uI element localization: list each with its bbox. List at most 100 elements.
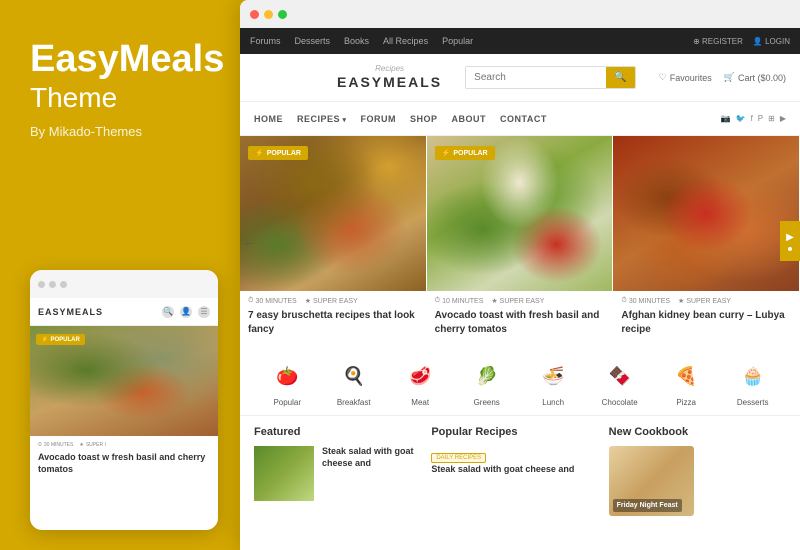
featured-thumbnail bbox=[254, 446, 314, 501]
top-nav-popular[interactable]: Popular bbox=[442, 36, 473, 46]
header-bar: Recipes EASYMEALS 🔍 ♡ Favourites 🛒 Cart … bbox=[240, 54, 800, 102]
lightning-icon-1: ⚡ bbox=[255, 149, 264, 157]
recipe-cards-row: ← ⚡ POPULAR ⏱ 30 MINUTES bbox=[240, 136, 800, 346]
recipe-card-3-ease: ★ SUPER EASY bbox=[678, 297, 731, 305]
recipe-card-2[interactable]: ⚡ POPULAR ⏱ 10 MINUTES ★ SUPER EASY bbox=[427, 136, 614, 346]
mobile-recipe-title: Avocado toast w fresh basil and cherry t… bbox=[38, 452, 210, 475]
mobile-text-area: ⏱ 30 MINUTES ★ SUPER I Avocado toast w f… bbox=[30, 436, 218, 481]
recipe-card-1[interactable]: ⚡ POPULAR ⏱ 30 MINUTES ★ SUPER EASY bbox=[240, 136, 427, 346]
pizza-label: Pizza bbox=[676, 398, 696, 407]
mobile-dot-2 bbox=[49, 281, 56, 288]
twitter-icon[interactable]: 🐦 bbox=[736, 114, 746, 123]
greens-label: Greens bbox=[474, 398, 500, 407]
lunch-label: Lunch bbox=[542, 398, 564, 407]
category-breakfast[interactable]: 🍳 Breakfast bbox=[336, 358, 372, 407]
nav-shop[interactable]: SHOP bbox=[410, 114, 438, 124]
mobile-user-icon[interactable]: 👤 bbox=[180, 306, 192, 318]
recipe-card-3[interactable]: ⏱ 30 MINUTES ★ SUPER EASY Afghan kidney … bbox=[613, 136, 800, 346]
recipe-card-1-time: ⏱ 30 MINUTES bbox=[248, 297, 297, 305]
browser-close-dot[interactable] bbox=[250, 10, 259, 19]
breakfast-label: Breakfast bbox=[337, 398, 371, 407]
top-nav-all-recipes[interactable]: All Recipes bbox=[383, 36, 428, 46]
meat-icon: 🥩 bbox=[402, 358, 438, 394]
register-link[interactable]: ⊕ REGISTER bbox=[693, 37, 743, 46]
recipe-card-1-badge: ⚡ POPULAR bbox=[248, 146, 308, 160]
facebook-icon[interactable]: f bbox=[751, 114, 753, 123]
recipe-card-2-image: ⚡ POPULAR bbox=[427, 136, 613, 291]
recipe-card-2-ease: ★ SUPER EASY bbox=[491, 297, 544, 305]
mobile-dot-3 bbox=[60, 281, 67, 288]
brand-by: By Mikado-Themes bbox=[30, 124, 218, 139]
recipe-card-3-image bbox=[613, 136, 799, 291]
cart-link[interactable]: 🛒 Cart ($0.00) bbox=[724, 72, 786, 83]
featured-section: Featured Steak salad with goat cheese an… bbox=[254, 426, 431, 516]
top-nav-right: ⊕ REGISTER 👤 LOGIN bbox=[693, 37, 790, 46]
recipe-card-3-time: ⏱ 30 MINUTES bbox=[621, 297, 670, 305]
category-greens[interactable]: 🥬 Greens bbox=[469, 358, 505, 407]
mobile-menu-icon[interactable]: ☰ bbox=[198, 306, 210, 318]
recipe-card-2-badge: ⚡ POPULAR bbox=[435, 146, 495, 160]
main-nav-social: 📷 🐦 f P ⊞ ▶ bbox=[721, 114, 786, 123]
greens-icon: 🥬 bbox=[469, 358, 505, 394]
instagram-icon[interactable]: 📷 bbox=[721, 114, 731, 123]
top-nav-forums[interactable]: Forums bbox=[250, 36, 281, 46]
featured-text: Steak salad with goat cheese and bbox=[322, 446, 421, 501]
new-cookbook-section: New Cookbook Friday Night Feast bbox=[609, 426, 786, 516]
popular-label: Popular bbox=[273, 398, 301, 407]
category-pizza[interactable]: 🍕 Pizza bbox=[668, 358, 704, 407]
browser-minimize-dot[interactable] bbox=[264, 10, 273, 19]
star-icon-2: ★ bbox=[491, 297, 497, 305]
scroll-dot-1 bbox=[788, 247, 792, 251]
rss-icon[interactable]: ⊞ bbox=[768, 114, 775, 123]
recipe-card-3-title: Afghan kidney bean curry – Lubya recipe bbox=[621, 309, 791, 337]
category-meat[interactable]: 🥩 Meat bbox=[402, 358, 438, 407]
recipe-card-1-bottom: ⏱ 30 MINUTES ★ SUPER EASY 7 easy brusche… bbox=[240, 291, 426, 343]
mobile-search-icon[interactable]: 🔍 bbox=[162, 306, 174, 318]
clock-icon-1: ⏱ bbox=[248, 297, 253, 305]
top-nav-links: Forums Desserts Books All Recipes Popula… bbox=[250, 36, 473, 46]
lightning-icon-2: ⚡ bbox=[442, 149, 451, 157]
nav-forum[interactable]: FORUM bbox=[360, 114, 396, 124]
header-right: ♡ Favourites 🛒 Cart ($0.00) bbox=[659, 72, 786, 83]
nav-home[interactable]: HOME bbox=[254, 114, 283, 124]
scroll-right-button[interactable]: ▶ bbox=[780, 221, 800, 261]
daily-recipes-badge: DAILY RECIPES bbox=[431, 453, 486, 463]
mobile-ease-meta: ★ SUPER I bbox=[79, 442, 106, 448]
browser-maximize-dot[interactable] bbox=[278, 10, 287, 19]
featured-item[interactable]: Steak salad with goat cheese and bbox=[254, 446, 421, 501]
mobile-top-bar bbox=[30, 270, 218, 298]
recipe-card-2-title: Avocado toast with fresh basil and cherr… bbox=[435, 309, 605, 337]
nav-contact[interactable]: CONTACT bbox=[500, 114, 547, 124]
popular-icon: 🍅 bbox=[269, 358, 305, 394]
youtube-icon[interactable]: ▶ bbox=[780, 114, 786, 123]
mobile-clock-icon: ⏱ bbox=[38, 442, 42, 448]
chocolate-label: Chocolate bbox=[602, 398, 638, 407]
search-input[interactable] bbox=[466, 67, 606, 88]
logo-script-text: Recipes bbox=[337, 64, 442, 73]
category-chocolate[interactable]: 🍫 Chocolate bbox=[602, 358, 638, 407]
mobile-meta: ⏱ 30 MINUTES ★ SUPER I bbox=[38, 442, 210, 448]
desserts-icon: 🧁 bbox=[735, 358, 771, 394]
pinterest-icon[interactable]: P bbox=[758, 114, 763, 123]
search-button[interactable]: 🔍 bbox=[606, 67, 634, 88]
featured-title: Featured bbox=[254, 426, 421, 438]
favourites-link[interactable]: ♡ Favourites bbox=[659, 72, 712, 83]
nav-recipes[interactable]: RECIPES bbox=[297, 114, 346, 124]
main-nav: HOME RECIPES FORUM SHOP ABOUT CONTACT 📷 … bbox=[240, 102, 800, 136]
chocolate-icon: 🍫 bbox=[602, 358, 638, 394]
content-area: ← ⚡ POPULAR ⏱ 30 MINUTES bbox=[240, 136, 800, 550]
mobile-brand-label: EASYMEALS bbox=[38, 307, 103, 317]
site-logo: Recipes EASYMEALS bbox=[337, 64, 442, 92]
new-cookbook-thumbnail[interactable]: Friday Night Feast bbox=[609, 446, 694, 516]
category-lunch[interactable]: 🍜 Lunch bbox=[535, 358, 571, 407]
recipe-card-2-meta: ⏱ 10 MINUTES ★ SUPER EASY bbox=[435, 297, 605, 305]
top-nav-desserts[interactable]: Desserts bbox=[295, 36, 331, 46]
category-desserts[interactable]: 🧁 Desserts bbox=[735, 358, 771, 407]
popular-recipe-item[interactable]: DAILY RECIPES Steak salad with goat chee… bbox=[431, 446, 598, 474]
top-nav-books[interactable]: Books bbox=[344, 36, 369, 46]
login-link[interactable]: 👤 LOGIN bbox=[753, 37, 790, 46]
prev-arrow[interactable]: ← bbox=[242, 233, 256, 249]
category-popular[interactable]: 🍅 Popular bbox=[269, 358, 305, 407]
mobile-mockup: EASYMEALS 🔍 👤 ☰ ⚡ POPULAR ⏱ 30 MINUTES bbox=[30, 270, 218, 530]
nav-about[interactable]: ABOUT bbox=[452, 114, 487, 124]
